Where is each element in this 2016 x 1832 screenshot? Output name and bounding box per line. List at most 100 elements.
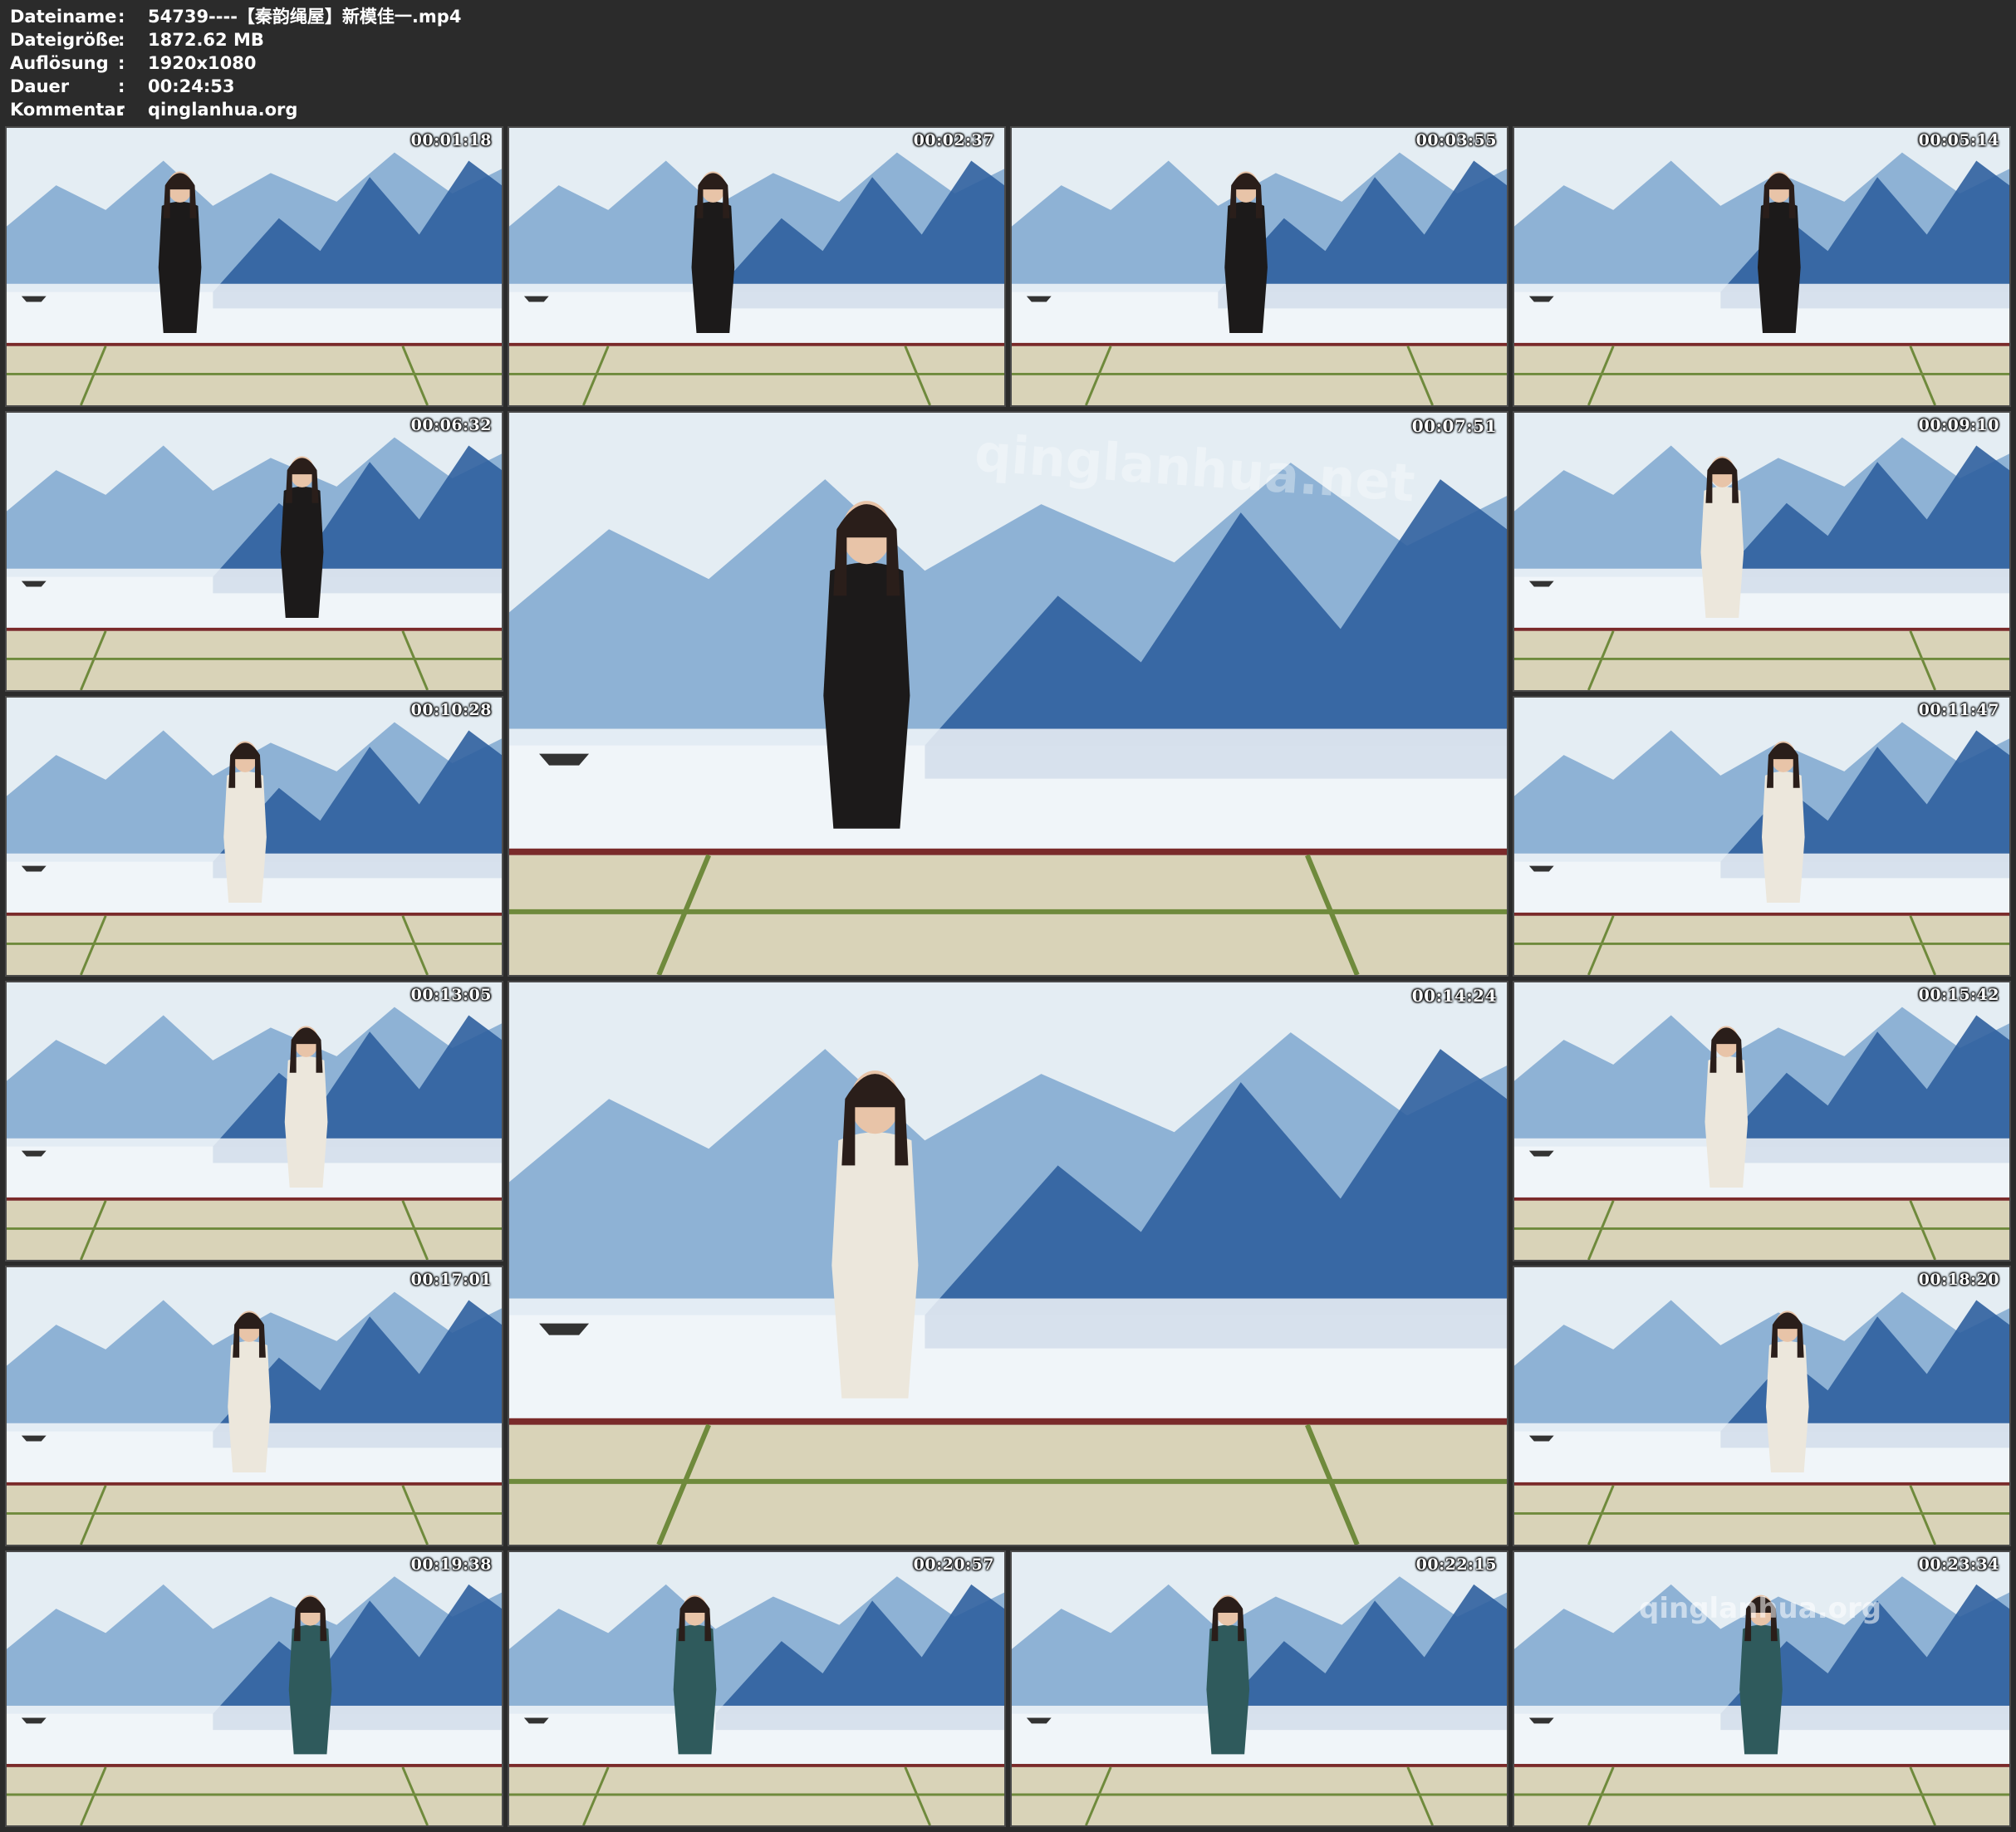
floor — [1012, 1766, 1507, 1825]
scene-image — [1012, 128, 1507, 405]
floor — [7, 915, 502, 975]
thumbnail-frame[interactable]: 00:17:01 — [5, 1266, 503, 1546]
floor — [7, 1485, 502, 1545]
figure-dress — [1224, 201, 1268, 334]
floor — [1012, 345, 1507, 405]
figure-dress — [1758, 201, 1801, 334]
scene-image — [7, 413, 502, 690]
scene-image — [1514, 128, 2009, 405]
floor — [1514, 1485, 2009, 1545]
floor — [1514, 345, 2009, 405]
thumbnail-frame[interactable]: 00:10:28 — [5, 696, 503, 977]
thumbnail-frame[interactable]: 00:02:37 — [508, 126, 1006, 407]
info-key: Kommentar — [10, 100, 125, 120]
floor — [509, 855, 1507, 975]
thumbnail-frame[interactable]: 00:20:57 — [508, 1550, 1006, 1827]
figure-dress — [1206, 1624, 1250, 1755]
frame-timestamp: 00:13:05 — [410, 986, 492, 1004]
figure-dress — [823, 562, 910, 829]
info-key: Dateiname — [10, 7, 117, 27]
figure-dress — [1700, 486, 1744, 619]
mist — [7, 1138, 502, 1200]
info-key: Dauer — [10, 76, 70, 96]
info-row-duration: Dauer : 00:24:53 — [10, 75, 461, 98]
mist — [1012, 1705, 1507, 1766]
baseboard — [1514, 1764, 2009, 1767]
mist — [509, 728, 1507, 854]
mist — [1514, 568, 2009, 630]
thumbnail-frame[interactable]: 00:19:38 — [5, 1550, 503, 1827]
baseboard — [509, 342, 1004, 346]
floor — [1514, 630, 2009, 690]
thumbnail-frame-large[interactable]: 00:07:51 qinglanhua.net — [508, 411, 1508, 977]
scene-image — [7, 982, 502, 1260]
floor — [1514, 1766, 2009, 1825]
figure-dress — [1762, 771, 1805, 904]
floor — [509, 1766, 1004, 1825]
frame-timestamp: 00:20:57 — [913, 1555, 994, 1574]
scene-image — [509, 982, 1507, 1545]
baseboard — [1514, 627, 2009, 631]
frame-timestamp: 00:15:42 — [1918, 986, 1999, 1004]
info-value-filesize: 1872.62 MB — [148, 30, 264, 50]
scene-image — [1514, 1267, 2009, 1545]
info-key: Auflösung — [10, 53, 109, 73]
scene-image — [7, 1267, 502, 1545]
frame-timestamp: 00:07:51 — [1411, 416, 1497, 436]
thumbnail-frame[interactable]: 00:18:20 — [1513, 1266, 2011, 1546]
figure-dress — [158, 201, 202, 334]
scene-image — [509, 128, 1004, 405]
baseboard — [1514, 1482, 2009, 1486]
mist — [7, 1705, 502, 1766]
baseboard — [1514, 342, 2009, 346]
info-separator: : — [118, 76, 125, 96]
baseboard — [7, 1197, 502, 1201]
frame-timestamp: 00:14:24 — [1411, 986, 1497, 1006]
figure-dress — [673, 1624, 717, 1755]
thumbnail-frame[interactable]: 00:03:55 — [1010, 126, 1508, 407]
frame-timestamp: 00:11:47 — [1918, 701, 1999, 719]
frame-timestamp: 00:17:01 — [410, 1271, 492, 1289]
thumbnail-frame[interactable]: 00:06:32 — [5, 411, 503, 692]
figure-dress — [1765, 1340, 1809, 1473]
baseboard — [1012, 1764, 1507, 1767]
mist — [1514, 1138, 2009, 1200]
frame-timestamp: 00:18:20 — [1918, 1271, 1999, 1289]
frame-timestamp: 00:19:38 — [410, 1555, 492, 1574]
thumbnail-frame[interactable]: 00:11:47 — [1513, 696, 2011, 977]
mist — [509, 283, 1004, 345]
scene-image — [1514, 982, 2009, 1260]
info-row-filename: Dateiname : 54739----【秦韵绳屋】新模佳一.mp4 — [10, 5, 461, 28]
mist — [1514, 1423, 2009, 1485]
baseboard — [7, 912, 502, 916]
figure-dress — [223, 771, 267, 904]
floor — [7, 345, 502, 405]
thumbnail-frame[interactable]: 00:15:42 — [1513, 981, 2011, 1261]
thumbnail-frame-large[interactable]: 00:14:24 — [508, 981, 1508, 1546]
scene-image — [1012, 1552, 1507, 1825]
mist — [7, 283, 502, 345]
mist — [509, 1298, 1507, 1423]
info-separator: : — [118, 100, 125, 120]
thumbnail-frame[interactable]: 00:22:15 — [1010, 1550, 1508, 1827]
scene-image — [7, 698, 502, 975]
thumbnail-frame[interactable]: 00:13:05 — [5, 981, 503, 1261]
floor — [509, 345, 1004, 405]
mist — [1514, 853, 2009, 915]
thumbnail-frame[interactable]: 00:05:14 — [1513, 126, 2011, 407]
thumbnail-frame[interactable]: 00:01:18 — [5, 126, 503, 407]
scene-image — [1514, 698, 2009, 975]
floor — [509, 1424, 1507, 1545]
frame-timestamp: 00:06:32 — [410, 416, 492, 434]
watermark-corner: qinglanhua.org — [1639, 1592, 1882, 1625]
floor — [7, 1766, 502, 1825]
figure-dress — [280, 486, 324, 619]
thumbnail-frame[interactable]: 00:23:34 qinglanhua.org — [1513, 1550, 2011, 1827]
info-separator: : — [118, 30, 125, 50]
thumbnail-frame[interactable]: 00:09:10 — [1513, 411, 2011, 692]
info-value-duration: 00:24:53 — [148, 76, 235, 96]
baseboard — [1012, 342, 1507, 346]
figure-dress — [831, 1132, 919, 1398]
info-separator: : — [118, 7, 125, 27]
scene-image — [7, 1552, 502, 1825]
